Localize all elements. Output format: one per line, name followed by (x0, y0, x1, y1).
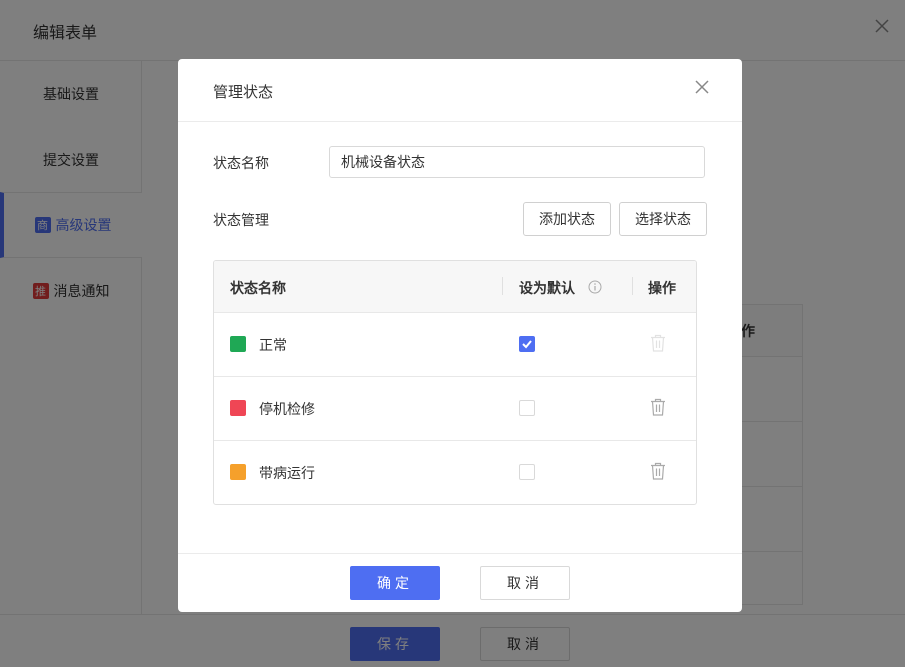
status-name-input[interactable] (329, 146, 705, 178)
check-icon (522, 340, 532, 349)
status-name: 带病运行 (259, 466, 315, 482)
trash-icon[interactable] (650, 398, 666, 416)
header-set-default: 设为默认 (519, 281, 575, 297)
table-header: 状态名称 设为默认 操作 (214, 261, 696, 313)
close-icon[interactable] (693, 78, 711, 96)
trash-icon[interactable] (650, 334, 666, 352)
manage-status-dialog: 管理状态 状态名称 状态管理 添加状态 选择状态 状态名称 设为默认 操作 正常… (178, 59, 742, 612)
column-divider (502, 277, 503, 295)
status-color-swatch (230, 336, 246, 352)
header-action: 操作 (648, 281, 676, 297)
status-color-swatch (230, 464, 246, 480)
default-checkbox[interactable] (519, 400, 535, 416)
dialog-footer: 确定 取消 (178, 553, 742, 612)
dialog-header: 管理状态 (178, 59, 742, 122)
trash-icon[interactable] (650, 462, 666, 480)
table-row: 正常 (214, 313, 696, 377)
default-checkbox[interactable] (519, 336, 535, 352)
add-status-button[interactable]: 添加状态 (523, 202, 611, 236)
select-status-button[interactable]: 选择状态 (619, 202, 707, 236)
dialog-title: 管理状态 (213, 83, 274, 101)
status-manage-label: 状态管理 (213, 213, 269, 229)
status-name: 正常 (259, 338, 287, 354)
default-checkbox[interactable] (519, 464, 535, 480)
header-status-name: 状态名称 (230, 281, 286, 297)
status-color-swatch (230, 400, 246, 416)
status-name-label: 状态名称 (213, 156, 269, 172)
status-table: 状态名称 设为默认 操作 正常 停机检修 带病运行 (213, 260, 697, 505)
confirm-button[interactable]: 确定 (350, 566, 440, 600)
column-divider (632, 277, 633, 295)
table-row: 停机检修 (214, 377, 696, 441)
cancel-button[interactable]: 取消 (480, 566, 570, 600)
info-icon[interactable] (588, 280, 602, 294)
status-name: 停机检修 (259, 402, 315, 418)
table-row: 带病运行 (214, 441, 696, 504)
